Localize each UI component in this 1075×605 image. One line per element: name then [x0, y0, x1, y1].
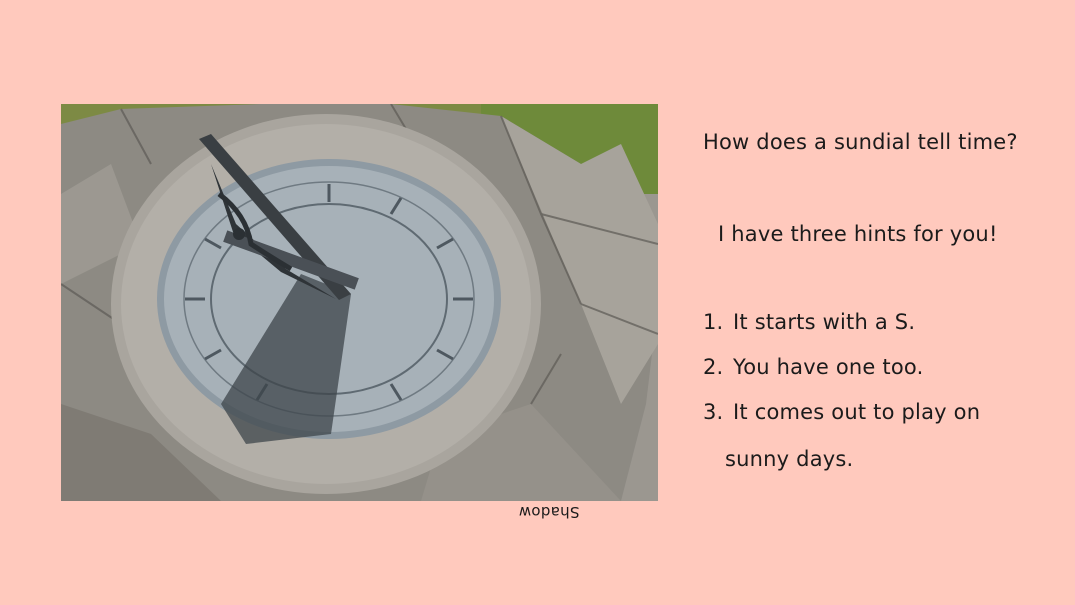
question-heading: How does a sundial tell time?: [703, 130, 1018, 154]
hints-intro: I have three hints for you!: [718, 222, 998, 246]
flipped-shadow-label: Shadow: [518, 503, 580, 521]
hint-text: You have one too.: [733, 355, 924, 379]
hint-text: It starts with a S.: [733, 310, 916, 334]
hint-item: 3. It comes out to play on: [703, 400, 980, 424]
slide: Shadow How does a sundial tell time? I h…: [0, 0, 1075, 605]
sundial-photo: [61, 104, 658, 501]
hint-text: It comes out to play on: [733, 400, 981, 424]
hint-text-continuation: sunny days.: [725, 447, 854, 471]
hint-number: 1.: [703, 310, 724, 334]
hint-item: 1. It starts with a S.: [703, 310, 915, 334]
hint-number: 2.: [703, 355, 724, 379]
hint-number: 3.: [703, 400, 724, 424]
hint-item: 2. You have one too.: [703, 355, 923, 379]
